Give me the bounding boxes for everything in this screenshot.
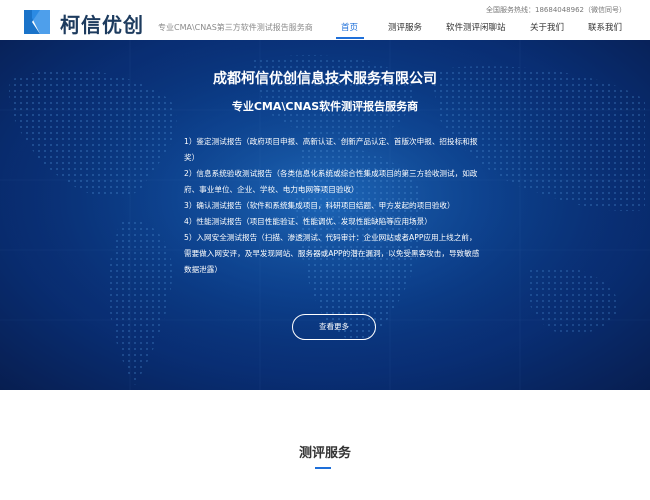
list-item: 1）鉴定测试报告（政府项目申报、高新认证、创新产品认定、首版次申报、招投标和报奖… bbox=[184, 137, 478, 162]
section-title: 测评服务 bbox=[298, 446, 351, 461]
nav-home[interactable]: 首页 bbox=[341, 21, 358, 33]
nav-testing-services[interactable]: 测评服务 bbox=[388, 21, 422, 33]
main-nav: 首页 测评服务 软件测评闲聊站 关于我们 联系我们 bbox=[0, 21, 650, 35]
view-more-button[interactable]: 查看更多 bbox=[292, 314, 376, 340]
section-divider bbox=[315, 467, 331, 469]
list-item: 2）信息系统验收测试报告（各类信息化系统或综合性集成项目的第三方验收测试，如政府… bbox=[184, 169, 478, 194]
list-item: 5）入网安全测试报告（扫描、渗透测试、代码审计：企业网站或者APP应用上线之前，… bbox=[184, 233, 480, 274]
service-hotline: 全国服务热线：18684048962（微信同号） bbox=[486, 6, 626, 14]
list-item: 3）确认测试报告（软件和系统集成项目，科研项目结题、甲方发起的项目验收） bbox=[184, 201, 455, 210]
nav-active-indicator bbox=[336, 37, 364, 39]
nav-about-us[interactable]: 关于我们 bbox=[530, 21, 564, 33]
hero-title: 成都柯信优创信息技术服务有限公司 bbox=[213, 71, 437, 87]
hero-banner: 成都柯信优创信息技术服务有限公司 专业CMA\CNAS软件测评报告服务商 1）鉴… bbox=[0, 40, 650, 390]
nav-contact-us[interactable]: 联系我们 bbox=[588, 21, 622, 33]
nav-chat-station[interactable]: 软件测评闲聊站 bbox=[446, 21, 506, 33]
service-list: 1）鉴定测试报告（政府项目申报、高新认证、创新产品认定、首版次申报、招投标和报奖… bbox=[184, 134, 484, 278]
site-header: 柯信优创 专业CMA\CNAS第三方软件测试报告服务商 全国服务热线：18684… bbox=[0, 0, 650, 40]
hero-subtitle: 专业CMA\CNAS软件测评报告服务商 bbox=[231, 100, 419, 113]
list-item: 4）性能测试报告（项目性能验证、性能调优、发现性能缺陷等应用场景） bbox=[184, 217, 432, 226]
